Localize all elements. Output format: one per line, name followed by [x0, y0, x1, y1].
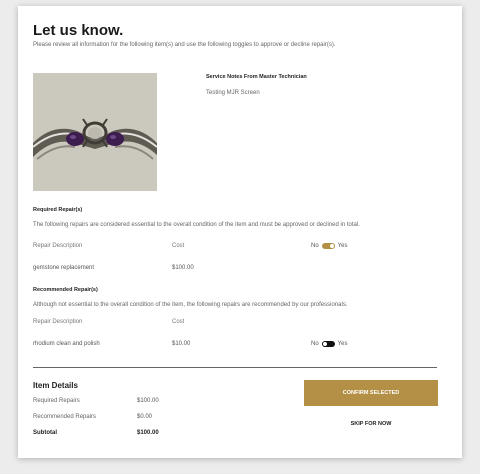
confirm-selected-button[interactable]: CONFIRM SELECTED: [304, 380, 438, 406]
required-repairs-desc: The following repairs are considered ess…: [33, 222, 360, 228]
page-intro: Please review all information for the fo…: [33, 42, 336, 48]
required-repairs-title: Required Repair(s): [33, 207, 83, 213]
required-col-description: Repair Description: [33, 243, 83, 249]
table-row-cost: $100.00: [172, 265, 194, 271]
toggle-no-label: No: [311, 341, 319, 347]
repair-approval-card: Let us know. Please review all informati…: [18, 6, 462, 458]
required-repairs-value: $100.00: [137, 398, 159, 404]
toggle-yes-label: Yes: [337, 341, 348, 347]
service-notes-body: Testing MJR Screen: [206, 90, 260, 96]
subtotal-label: Subtotal: [33, 430, 57, 436]
table-row-description: rhodium clean and polish: [33, 341, 100, 347]
required-approval-toggle[interactable]: [321, 243, 335, 249]
recommended-repairs-desc: Although not essential to the overall co…: [33, 302, 348, 308]
table-row-cost: $10.00: [172, 341, 191, 347]
recommended-repairs-label: Recommended Repairs: [33, 414, 97, 420]
recommended-approval-toggle-group: No Yes: [311, 341, 347, 347]
recommended-col-cost: Cost: [172, 319, 185, 325]
ring-illustration: [33, 73, 157, 191]
required-col-cost: Cost: [172, 243, 185, 249]
required-approval-toggle-group: No Yes: [311, 243, 347, 249]
skip-for-now-link[interactable]: SKIP FOR NOW: [304, 421, 438, 427]
section-divider: [33, 367, 437, 368]
toggle-no-label: No: [311, 243, 319, 249]
subtotal-value: $100.00: [137, 430, 159, 436]
item-details-title: Item Details: [33, 381, 78, 390]
service-notes-title: Service Notes From Master Technician: [206, 74, 307, 80]
required-repairs-label: Required Repairs: [33, 398, 80, 404]
ring-photo: [33, 73, 157, 191]
recommended-col-description: Repair Description: [33, 319, 83, 325]
toggle-knob: [329, 244, 334, 248]
table-row-description: gemstone replacement: [33, 265, 95, 271]
page-title: Let us know.: [33, 22, 124, 39]
recommended-approval-toggle[interactable]: [321, 341, 335, 347]
recommended-repairs-value: $0.00: [137, 414, 153, 420]
recommended-repairs-title: Recommended Repair(s): [33, 287, 98, 293]
toggle-knob: [322, 342, 327, 346]
toggle-yes-label: Yes: [337, 243, 348, 249]
